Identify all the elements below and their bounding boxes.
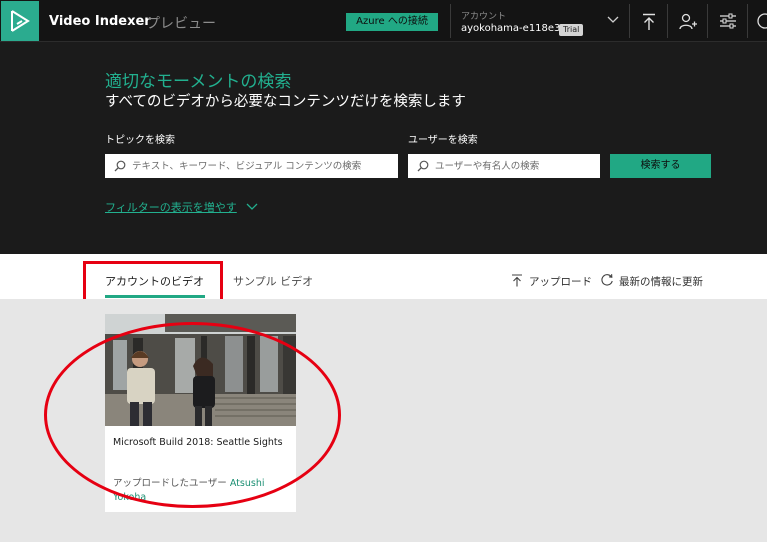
upload-icon[interactable] xyxy=(641,13,657,31)
topic-search-box xyxy=(105,154,398,178)
play-logo-icon xyxy=(11,10,30,32)
video-tabs-bar: アカウントのビデオ サンプル ビデオ アップロード 最新の情報に更新 xyxy=(0,254,767,302)
search-icon xyxy=(417,160,429,172)
video-indexer-logo[interactable] xyxy=(1,1,39,41)
divider xyxy=(707,4,708,38)
search-icon xyxy=(114,160,126,172)
account-caption: アカウント xyxy=(461,12,507,22)
divider xyxy=(747,4,748,38)
user-search-box xyxy=(408,154,600,178)
refresh-button[interactable]: 最新の情報に更新 xyxy=(619,274,703,289)
annotation-highlight-rectangle xyxy=(83,261,223,302)
app-name: Video Indexer xyxy=(49,14,151,29)
tab-sample-videos[interactable]: サンプル ビデオ xyxy=(233,273,313,289)
top-navigation-bar: Video Indexer プレビュー Azure への接続 アカウント ayo… xyxy=(0,0,767,42)
user-search-input[interactable] xyxy=(435,154,597,178)
help-icon[interactable] xyxy=(757,13,767,29)
divider xyxy=(450,4,451,38)
topic-search-label: トピックを検索 xyxy=(105,135,175,146)
refresh-icon[interactable] xyxy=(600,273,614,287)
add-user-icon[interactable] xyxy=(679,13,697,31)
preview-label: プレビュー xyxy=(146,16,216,32)
annotation-highlight-ellipse xyxy=(44,322,341,508)
upload-button[interactable]: アップロード xyxy=(529,274,592,289)
azure-connect-button[interactable]: Azure への接続 xyxy=(346,13,438,31)
divider xyxy=(629,4,630,38)
search-button[interactable]: 検索する xyxy=(610,154,711,178)
account-id: ayokohama-e118e3 xyxy=(461,23,561,34)
more-filters-link[interactable]: フィルターの表示を増やす xyxy=(105,199,237,215)
hero-title: 適切なモーメントの検索 xyxy=(105,72,292,92)
chevron-down-icon xyxy=(607,16,619,23)
divider xyxy=(667,4,668,38)
hero-subtitle: すべてのビデオから必要なコンテンツだけを検索します xyxy=(105,94,466,110)
topic-search-input[interactable] xyxy=(132,154,395,178)
chevron-down-icon[interactable] xyxy=(246,203,258,211)
search-hero: 適切なモーメントの検索 すべてのビデオから必要なコンテンツだけを検索します トピ… xyxy=(0,42,767,254)
upload-icon[interactable] xyxy=(511,274,523,287)
settings-sliders-icon[interactable] xyxy=(719,13,737,29)
user-search-label: ユーザーを検索 xyxy=(408,135,478,146)
trial-badge: Trial xyxy=(559,24,584,36)
